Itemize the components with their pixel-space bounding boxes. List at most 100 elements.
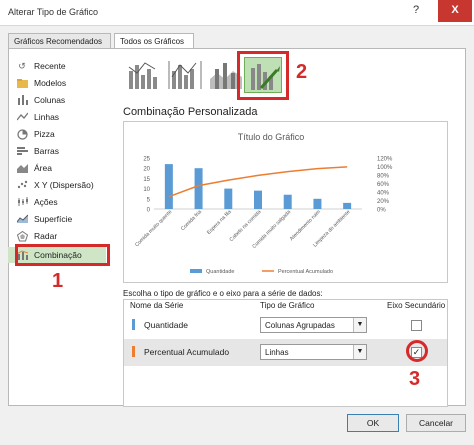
chart-type-select[interactable]: Colunas Agrupadas ▼ (260, 317, 367, 333)
legend-swatch (190, 269, 202, 273)
y-axis-tick-label: 10 (143, 187, 150, 193)
chart-bar (254, 190, 262, 209)
y2-axis-tick-label: 80% (377, 174, 390, 180)
section-title: Combinação Personalizada (123, 106, 258, 118)
sidebar-item-label: Pizza (34, 129, 55, 139)
chart-bar (164, 164, 173, 209)
sidebar-item-radar[interactable]: Radar (8, 228, 106, 244)
y-axis-tick-label: 25 (143, 157, 150, 163)
series-name: Percentual Acumulado (144, 347, 230, 357)
x-axis-tick-label: Comida muito quente (134, 209, 173, 248)
sidebar-item-label: Barras (34, 146, 60, 156)
sidebar-item-label: Recente (34, 61, 66, 71)
annotation-number: 3 (409, 368, 421, 390)
radar-chart-icon (16, 230, 28, 242)
close-button[interactable]: X (438, 0, 472, 22)
pie-chart-icon (16, 128, 28, 140)
scatter-chart-icon (16, 179, 28, 191)
header-chart-type: Tipo de Gráfico (260, 301, 315, 310)
series-row: Quantidade Colunas Agrupadas ▼ (124, 312, 447, 339)
sidebar-item-pie[interactable]: Pizza (8, 126, 106, 142)
sidebar-item-label: Modelos (34, 78, 67, 88)
series-color-swatch (132, 319, 135, 330)
ok-button[interactable]: OK (347, 414, 399, 432)
tab-all-charts[interactable]: Todos os Gráficos (114, 33, 194, 49)
sidebar-item-columns[interactable]: Colunas (8, 92, 106, 108)
y2-axis-tick-label: 60% (377, 182, 390, 188)
bar-chart-icon (16, 145, 28, 157)
chevron-down-icon[interactable]: ▼ (353, 318, 366, 332)
x-axis-tick-label: Cabelo na comida (229, 209, 263, 243)
series-name: Quantidade (144, 320, 188, 330)
x-axis-tick-label: Espera na fila (206, 209, 233, 236)
x-axis-tick-label: Atendimento ruim (289, 209, 322, 242)
legend-label: Percentual Acumulado (278, 269, 333, 275)
sidebar-item-label: Superfície (34, 214, 73, 224)
sidebar-item-scatter[interactable]: X Y (Dispersão) (8, 177, 106, 193)
sidebar-item-label: Ações (34, 197, 58, 207)
sidebar-item-stock[interactable]: Ações (8, 194, 106, 210)
y2-axis-tick-label: 0% (377, 208, 386, 214)
y-axis-tick-label: 0 (147, 208, 151, 214)
chart-bar (224, 188, 233, 209)
sidebar-item-templates[interactable]: Modelos (8, 75, 106, 91)
title-bar: Alterar Tipo de Gráfico ? X (0, 0, 474, 26)
chart-preview: Título do Gráfico 0 5 10 15 20 25 0% 20% 40% 60% 80… (123, 121, 448, 283)
recent-icon: ↺ (18, 60, 26, 71)
folder-icon (16, 77, 28, 89)
sidebar-item-label: Linhas (34, 112, 60, 122)
grid-header: Nome da Série Tipo de Gráfico Eixo Secun… (124, 300, 447, 312)
legend-label: Quantidade (206, 269, 234, 275)
series-config-grid: Nome da Série Tipo de Gráfico Eixo Secun… (123, 299, 448, 407)
stock-chart-icon (16, 196, 28, 208)
y2-axis-tick-label: 40% (377, 191, 390, 197)
column-chart-icon (16, 94, 28, 106)
y2-axis-tick-label: 20% (377, 199, 390, 205)
chevron-down-icon[interactable]: ▼ (353, 345, 366, 359)
y2-axis-tick-label: 100% (377, 165, 393, 171)
combo-subtype-thumbnail[interactable] (166, 57, 204, 93)
help-button[interactable]: ? (402, 0, 430, 22)
annotation-number: 2 (296, 61, 308, 83)
annotation-highlight-box (237, 51, 289, 100)
annotation-number: 1 (52, 270, 64, 292)
cancel-button[interactable]: Cancelar (406, 414, 466, 432)
sidebar-item-label: Área (34, 163, 52, 173)
series-row: Percentual Acumulado Linhas ▼ ✓ (124, 339, 447, 366)
combo-subtype-thumbnail[interactable] (125, 57, 163, 93)
x-axis-tick-label: Comida fria (180, 209, 203, 232)
header-series-name: Nome da Série (130, 301, 184, 310)
sidebar-item-label: Colunas (34, 95, 66, 105)
surface-chart-icon (16, 213, 28, 225)
chart-type-select[interactable]: Linhas ▼ (260, 344, 367, 360)
chart-bar (194, 168, 203, 209)
series-config-prompt: Escolha o tipo de gráfico e o eixo para … (123, 289, 323, 298)
tab-recommended-charts[interactable]: Gráficos Recomendados (8, 33, 111, 49)
series-color-swatch (132, 346, 135, 357)
header-secondary-axis: Eixo Secundário (387, 301, 446, 310)
secondary-axis-checkbox[interactable] (411, 320, 422, 331)
sidebar-item-lines[interactable]: Linhas (8, 109, 106, 125)
y-axis-tick-label: 5 (147, 197, 151, 203)
chart-bar (283, 194, 292, 209)
sidebar-item-surface[interactable]: Superfície (8, 211, 106, 227)
chart-type-value: Linhas (265, 348, 289, 357)
combo-chart: Título do Gráfico 0 5 10 15 20 25 0% 20% 40% 60% 80… (134, 132, 393, 275)
sidebar-item-label: Radar (34, 231, 58, 241)
sidebar-item-label: X Y (Dispersão) (34, 180, 94, 190)
annotation-highlight-circle (406, 340, 428, 362)
chart-title: Título do Gráfico (238, 132, 305, 142)
line-chart-icon (16, 111, 28, 123)
y2-axis-tick-label: 120% (377, 157, 393, 163)
chart-type-value: Colunas Agrupadas (265, 321, 335, 330)
y-axis-tick-label: 20 (143, 167, 150, 173)
area-chart-icon (16, 162, 28, 174)
sidebar-item-bars[interactable]: Barras (8, 143, 106, 159)
y-axis-tick-label: 15 (143, 177, 150, 183)
annotation-highlight-box (15, 244, 110, 266)
sidebar-item-recent[interactable]: ↺ Recente (8, 58, 106, 74)
chart-bar (313, 198, 322, 209)
chart-bar (343, 202, 352, 209)
dialog-title: Alterar Tipo de Gráfico (8, 7, 99, 17)
sidebar-item-area[interactable]: Área (8, 160, 106, 176)
